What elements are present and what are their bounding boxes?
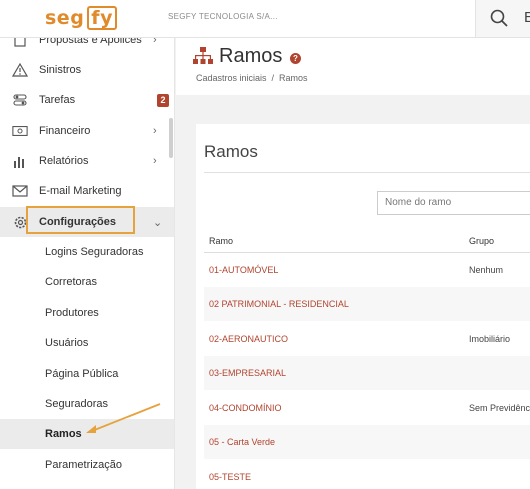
sidebar-item-relatorios[interactable]: Relatórios ›	[0, 146, 174, 176]
sidebar-subitem-label: Logins Seguradoras	[45, 246, 144, 258]
table-row: 05-TESTE	[204, 460, 530, 489]
breadcrumb-current: Ramos	[279, 73, 308, 83]
top-bar-partial-text: E	[524, 9, 530, 26]
ramo-link[interactable]: 01-AUTOMÓVEL	[209, 265, 278, 275]
column-header-grupo[interactable]: Grupo	[469, 236, 494, 246]
warning-icon	[12, 62, 28, 78]
sidebar-subitem-label: Seguradoras	[45, 398, 108, 410]
ramo-link[interactable]: 02-AERONAUTICO	[209, 334, 288, 344]
ramo-link[interactable]: 03-EMPRESARIAL	[209, 368, 286, 378]
breadcrumb: Cadastros iniciais / Ramos	[196, 73, 308, 83]
sidebar-item-financeiro[interactable]: Financeiro ›	[0, 116, 174, 146]
sidebar-item-label: Relatórios	[39, 155, 89, 167]
money-icon	[12, 123, 28, 139]
logo-text-right: fy	[87, 6, 117, 30]
sidebar-item-label: Financeiro	[39, 125, 91, 137]
top-search-button[interactable]: E	[475, 0, 530, 37]
breadcrumb-link[interactable]: Cadastros iniciais	[196, 73, 267, 83]
sidebar-item-sinistros[interactable]: Sinistros	[0, 55, 174, 85]
sidebar-item-label: Configurações	[39, 216, 117, 228]
toggles-icon	[12, 92, 28, 108]
segfy-logo[interactable]: seg fy	[45, 5, 117, 31]
main-content: Ramos ? Cadastros iniciais / Ramos Ramos N…	[176, 38, 530, 489]
table-row: 04-CONDOMÍNIO Sem Previdência	[204, 391, 530, 425]
sidebar-subitem-usuarios[interactable]: Usuários	[0, 328, 174, 358]
grupo-cell: Imobiliário	[469, 334, 511, 344]
ramo-link[interactable]: 05 - Carta Verde	[209, 437, 275, 447]
table-row: 01-AUTOMÓVEL Nenhum	[204, 253, 530, 287]
column-header-ramo[interactable]: Ramo	[209, 236, 233, 246]
help-icon[interactable]: ?	[290, 53, 301, 64]
sidebar-item-propostas[interactable]: Propostas e Apólices ›	[0, 38, 174, 55]
sidebar-subitem-parametrizacao[interactable]: Parametrização	[0, 450, 174, 480]
sidebar-item-label: Sinistros	[39, 64, 82, 76]
ramo-search-input[interactable]: Nome do ramo	[377, 191, 530, 215]
page-header: Ramos ? Cadastros iniciais / Ramos	[176, 38, 530, 95]
sidebar-subitem-corretoras[interactable]: Corretoras	[0, 267, 174, 297]
grupo-cell: Sem Previdência	[469, 403, 530, 413]
envelope-icon	[12, 183, 28, 199]
sidebar-subitem-label: Parametrização	[45, 459, 123, 471]
sidebar-item-email-marketing[interactable]: E-mail Marketing	[0, 176, 174, 206]
card-title: Ramos	[204, 142, 258, 161]
sidebar-subitem-label: Ramos	[45, 428, 82, 440]
ramo-link[interactable]: 02 PATRIMONIAL - RESIDENCIAL	[209, 299, 349, 309]
sidebar-subitem-label: Produtores	[45, 307, 99, 319]
document-icon	[12, 38, 28, 48]
grupo-cell: Nenhum	[469, 265, 504, 275]
sidebar-subitem-logins-seguradoras[interactable]: Logins Seguradoras	[0, 237, 174, 267]
ramo-link[interactable]: 04-CONDOMÍNIO	[209, 403, 282, 413]
chevron-down-icon: ⌄	[153, 216, 163, 229]
sitemap-icon	[193, 47, 213, 64]
chevron-right-icon: ›	[153, 155, 157, 167]
sidebar-item-tarefas[interactable]: Tarefas 2	[0, 85, 174, 115]
sidebar-subitem-seguradoras[interactable]: Seguradoras	[0, 389, 174, 419]
sidebar-subitem-produtores[interactable]: Produtores	[0, 298, 174, 328]
sidebar-item-configuracoes[interactable]: Configurações ⌄	[0, 206, 174, 237]
sidebar-subitem-pagina-publica[interactable]: Página Pública	[0, 359, 174, 389]
sidebar-subitem-label: Página Pública	[45, 368, 119, 380]
logo-text-left: seg	[45, 7, 85, 29]
chevron-right-icon: ›	[153, 125, 157, 137]
sidebar-item-label: E-mail Marketing	[39, 185, 122, 197]
table-row: 02 PATRIMONIAL - RESIDENCIAL	[204, 287, 530, 321]
table-row: 05 - Carta Verde	[204, 425, 530, 459]
ramo-link[interactable]: 05-TESTE	[209, 472, 251, 482]
top-bar: seg fy SEGFY TECNOLOGIA S/A... E	[0, 0, 530, 38]
table-row: 03-EMPRESARIAL	[204, 356, 530, 390]
sidebar-subitem-ramos[interactable]: Ramos	[0, 419, 174, 449]
company-name: SEGFY TECNOLOGIA S/A...	[168, 12, 278, 21]
ramos-card: Ramos Nome do ramo Ramo Grupo 01-AUTOMÓV…	[196, 124, 530, 489]
divider	[204, 172, 530, 173]
search-icon	[490, 9, 508, 27]
sidebar-subitem-label: Usuários	[45, 337, 89, 349]
bar-chart-icon	[12, 153, 28, 169]
sidebar: Propostas e Apólices › Sinistros Tarefas…	[0, 38, 175, 489]
sidebar-item-label: Tarefas	[39, 94, 76, 106]
tasks-count-badge: 2	[157, 93, 169, 107]
sidebar-item-label: Propostas e Apólices	[39, 38, 142, 46]
chevron-right-icon: ›	[153, 38, 157, 46]
sidebar-subitem-label: Corretoras	[45, 276, 97, 288]
table-row: 02-AERONAUTICO Imobiliário	[204, 322, 530, 356]
page-title: Ramos	[219, 45, 283, 67]
